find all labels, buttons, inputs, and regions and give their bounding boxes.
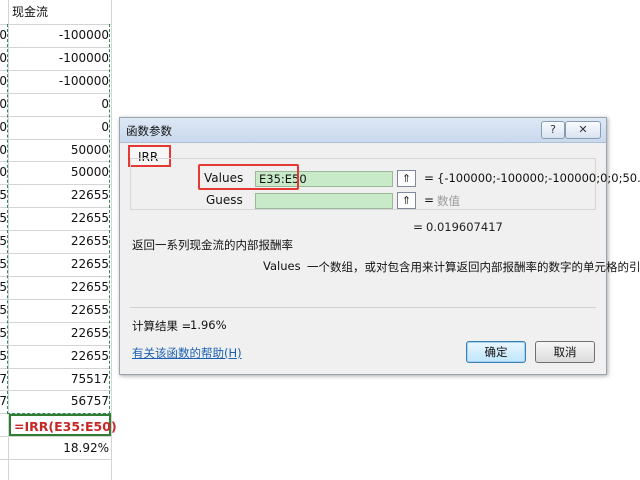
values-collapse-icon[interactable]: ⇑: [397, 170, 416, 187]
dialog-title: 函数参数: [126, 124, 172, 138]
formula-cell[interactable]: =IRR(E35:E50): [9, 414, 117, 436]
function-help-link[interactable]: 有关该函数的帮助(H): [132, 345, 242, 361]
column-header-cell[interactable]: 现金流: [12, 3, 48, 20]
guess-label: Guess: [206, 193, 243, 207]
guess-equals: =: [424, 193, 435, 207]
left-column-cell[interactable]: 5: [0, 322, 7, 344]
left-column-cell[interactable]: 5: [0, 276, 7, 298]
left-column-cell[interactable]: 5: [0, 230, 7, 252]
values-evaluated: {-100000;-100000;-100000;0;0;50...: [437, 171, 640, 185]
left-column-cell[interactable]: 0: [0, 93, 7, 115]
left-column-cell[interactable]: 0: [0, 24, 7, 46]
values-highlight-box: [198, 164, 299, 190]
gridline: [0, 459, 112, 460]
left-column-cell[interactable]: 5: [0, 253, 7, 275]
left-column-cell[interactable]: 0: [0, 161, 7, 183]
left-column-cell[interactable]: 0: [0, 47, 7, 69]
left-column-cell[interactable]: 7: [0, 368, 7, 390]
result-cell[interactable]: 18.92%: [9, 437, 111, 459]
calc-result-value: 1.96%: [190, 318, 227, 332]
result-equals: =: [413, 220, 424, 234]
gridline: [111, 0, 112, 480]
left-column-cell[interactable]: 5: [0, 345, 7, 367]
close-icon[interactable]: ✕: [565, 121, 601, 139]
divider: [130, 307, 596, 308]
argument-description-text: 一个数组，或对包含用来计算返回内部报酬率的数字的单元格的引用: [307, 260, 640, 274]
copy-marquee: [7, 24, 110, 414]
dialog-titlebar[interactable]: 函数参数 ? ✕: [120, 118, 606, 143]
left-column-cell[interactable]: 0: [0, 116, 7, 138]
left-column-cell[interactable]: 7: [0, 390, 7, 412]
help-icon[interactable]: ?: [541, 121, 565, 139]
guess-collapse-icon[interactable]: ⇑: [397, 192, 416, 209]
left-column-cell[interactable]: 0: [0, 70, 7, 92]
guess-evaluated: 数值: [437, 194, 460, 208]
cancel-button[interactable]: 取消: [535, 341, 595, 363]
argument-description-name: Values: [263, 259, 301, 273]
formula-result-value: 0.019607417: [426, 220, 503, 234]
left-column-cell[interactable]: 5: [0, 299, 7, 321]
function-arguments-dialog: 函数参数 ? ✕ IRR Values E35:E50 ⇑ = {-100000…: [119, 117, 640, 375]
ok-button[interactable]: 确定: [466, 341, 526, 363]
calc-result-label: 计算结果 =: [132, 319, 192, 333]
left-column-cell[interactable]: 5: [0, 207, 7, 229]
function-description: 返回一系列现金流的内部报酬率: [132, 238, 293, 252]
values-equals: =: [424, 171, 435, 185]
left-column-cell[interactable]: 0: [0, 139, 7, 161]
guess-input[interactable]: [255, 193, 393, 209]
left-column-cell[interactable]: 5: [0, 184, 7, 206]
